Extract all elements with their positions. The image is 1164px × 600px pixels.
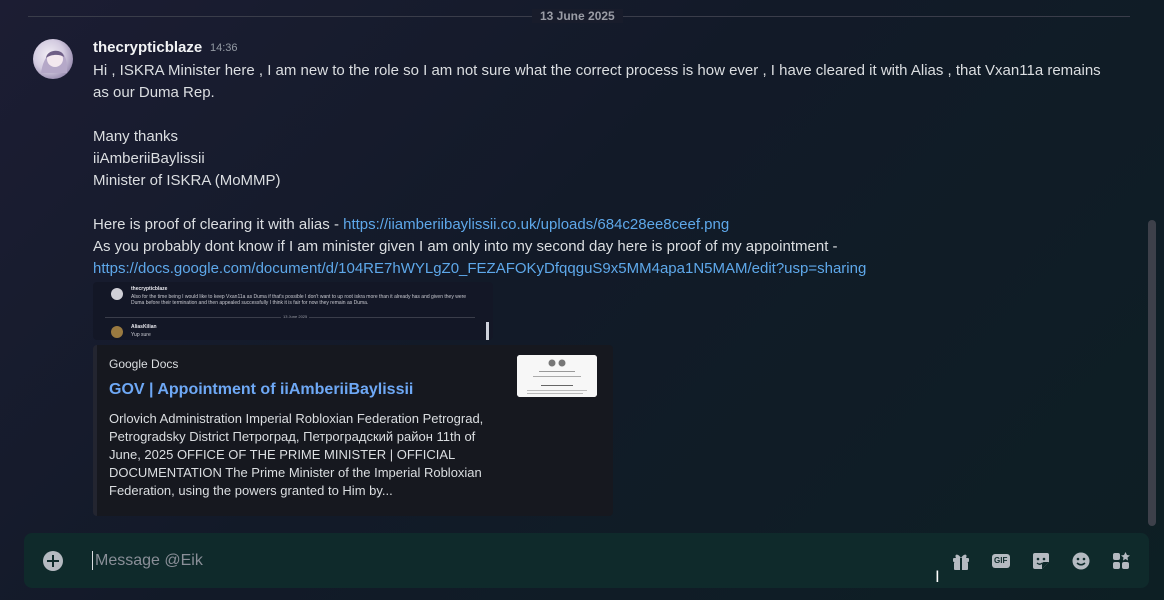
preview-text: Also for the time being I would like to … [131, 294, 467, 306]
sticker-icon [1033, 553, 1049, 569]
embed-thumbnail[interactable] [517, 355, 597, 397]
proof-text: Here is proof of clearing it with alias … [93, 216, 344, 233]
emoji-icon [1072, 552, 1090, 570]
text-cursor-icon: I [935, 567, 940, 586]
text-caret [92, 551, 93, 570]
gif-button[interactable]: GIF [990, 550, 1012, 572]
divider-date: 13 June 2025 [532, 9, 623, 23]
avatar-image [41, 50, 68, 73]
sticker-button[interactable] [1030, 550, 1052, 572]
preview-avatar [111, 288, 123, 300]
link-embed: Google Docs GOV | Appointment of iiAmber… [93, 345, 613, 516]
message-author[interactable]: thecrypticblaze [93, 39, 202, 56]
preview-scrollbar [486, 322, 489, 340]
gif-label: GIF [994, 556, 1008, 565]
apps-icon [1113, 552, 1130, 569]
appointment-line: https://docs.google.com/document/d/104RE… [93, 258, 1118, 280]
gift-icon [953, 554, 969, 570]
message-line: Many thanks [93, 128, 179, 145]
appointment-text: As you probably dont know if I am minist… [93, 238, 838, 255]
screenshot-attachment[interactable]: thecrypticblaze Also for the time being … [93, 282, 493, 340]
message-line: Minister of ISKRA (MoMMP) [93, 172, 281, 189]
embed-title[interactable]: GOV | Appointment of iiAmberiiBaylissii [109, 381, 413, 399]
proof-link[interactable]: https://iiamberiibaylissii.co.uk/uploads… [343, 216, 729, 233]
avatar[interactable] [33, 39, 73, 79]
message-input[interactable] [93, 547, 897, 575]
message-timestamp[interactable]: 14:36 [210, 42, 238, 54]
message-line [93, 104, 1118, 126]
preview-author: AliasKilian [131, 324, 157, 330]
embed-provider[interactable]: Google Docs [109, 357, 178, 371]
appointment-link[interactable]: https://docs.google.com/document/d/104RE… [93, 260, 866, 277]
embed-description: Orlovich Administration Imperial Robloxi… [109, 411, 484, 498]
document-thumbnail-icon [517, 355, 597, 397]
message-line: iiAmberiiBaylissii [93, 150, 205, 167]
proof-line: Here is proof of clearing it with alias … [93, 214, 1118, 236]
add-attachment-button[interactable] [43, 551, 63, 571]
message-composer: GIF [24, 533, 1149, 588]
emoji-button[interactable] [1070, 550, 1092, 572]
preview-date: 13 June 2025 [281, 314, 310, 319]
preview-avatar [111, 326, 123, 338]
preview-text: Yup sure [131, 332, 151, 338]
apps-button[interactable] [1110, 550, 1132, 572]
preview-author: thecrypticblaze [131, 286, 168, 292]
message-line [93, 192, 1118, 214]
gift-button[interactable] [950, 550, 972, 572]
scrollbar[interactable] [1148, 220, 1156, 526]
message-content: Hi , ISKRA Minister here , I am new to t… [93, 60, 1118, 280]
message-line: Hi , ISKRA Minister here , I am new to t… [93, 62, 1101, 101]
